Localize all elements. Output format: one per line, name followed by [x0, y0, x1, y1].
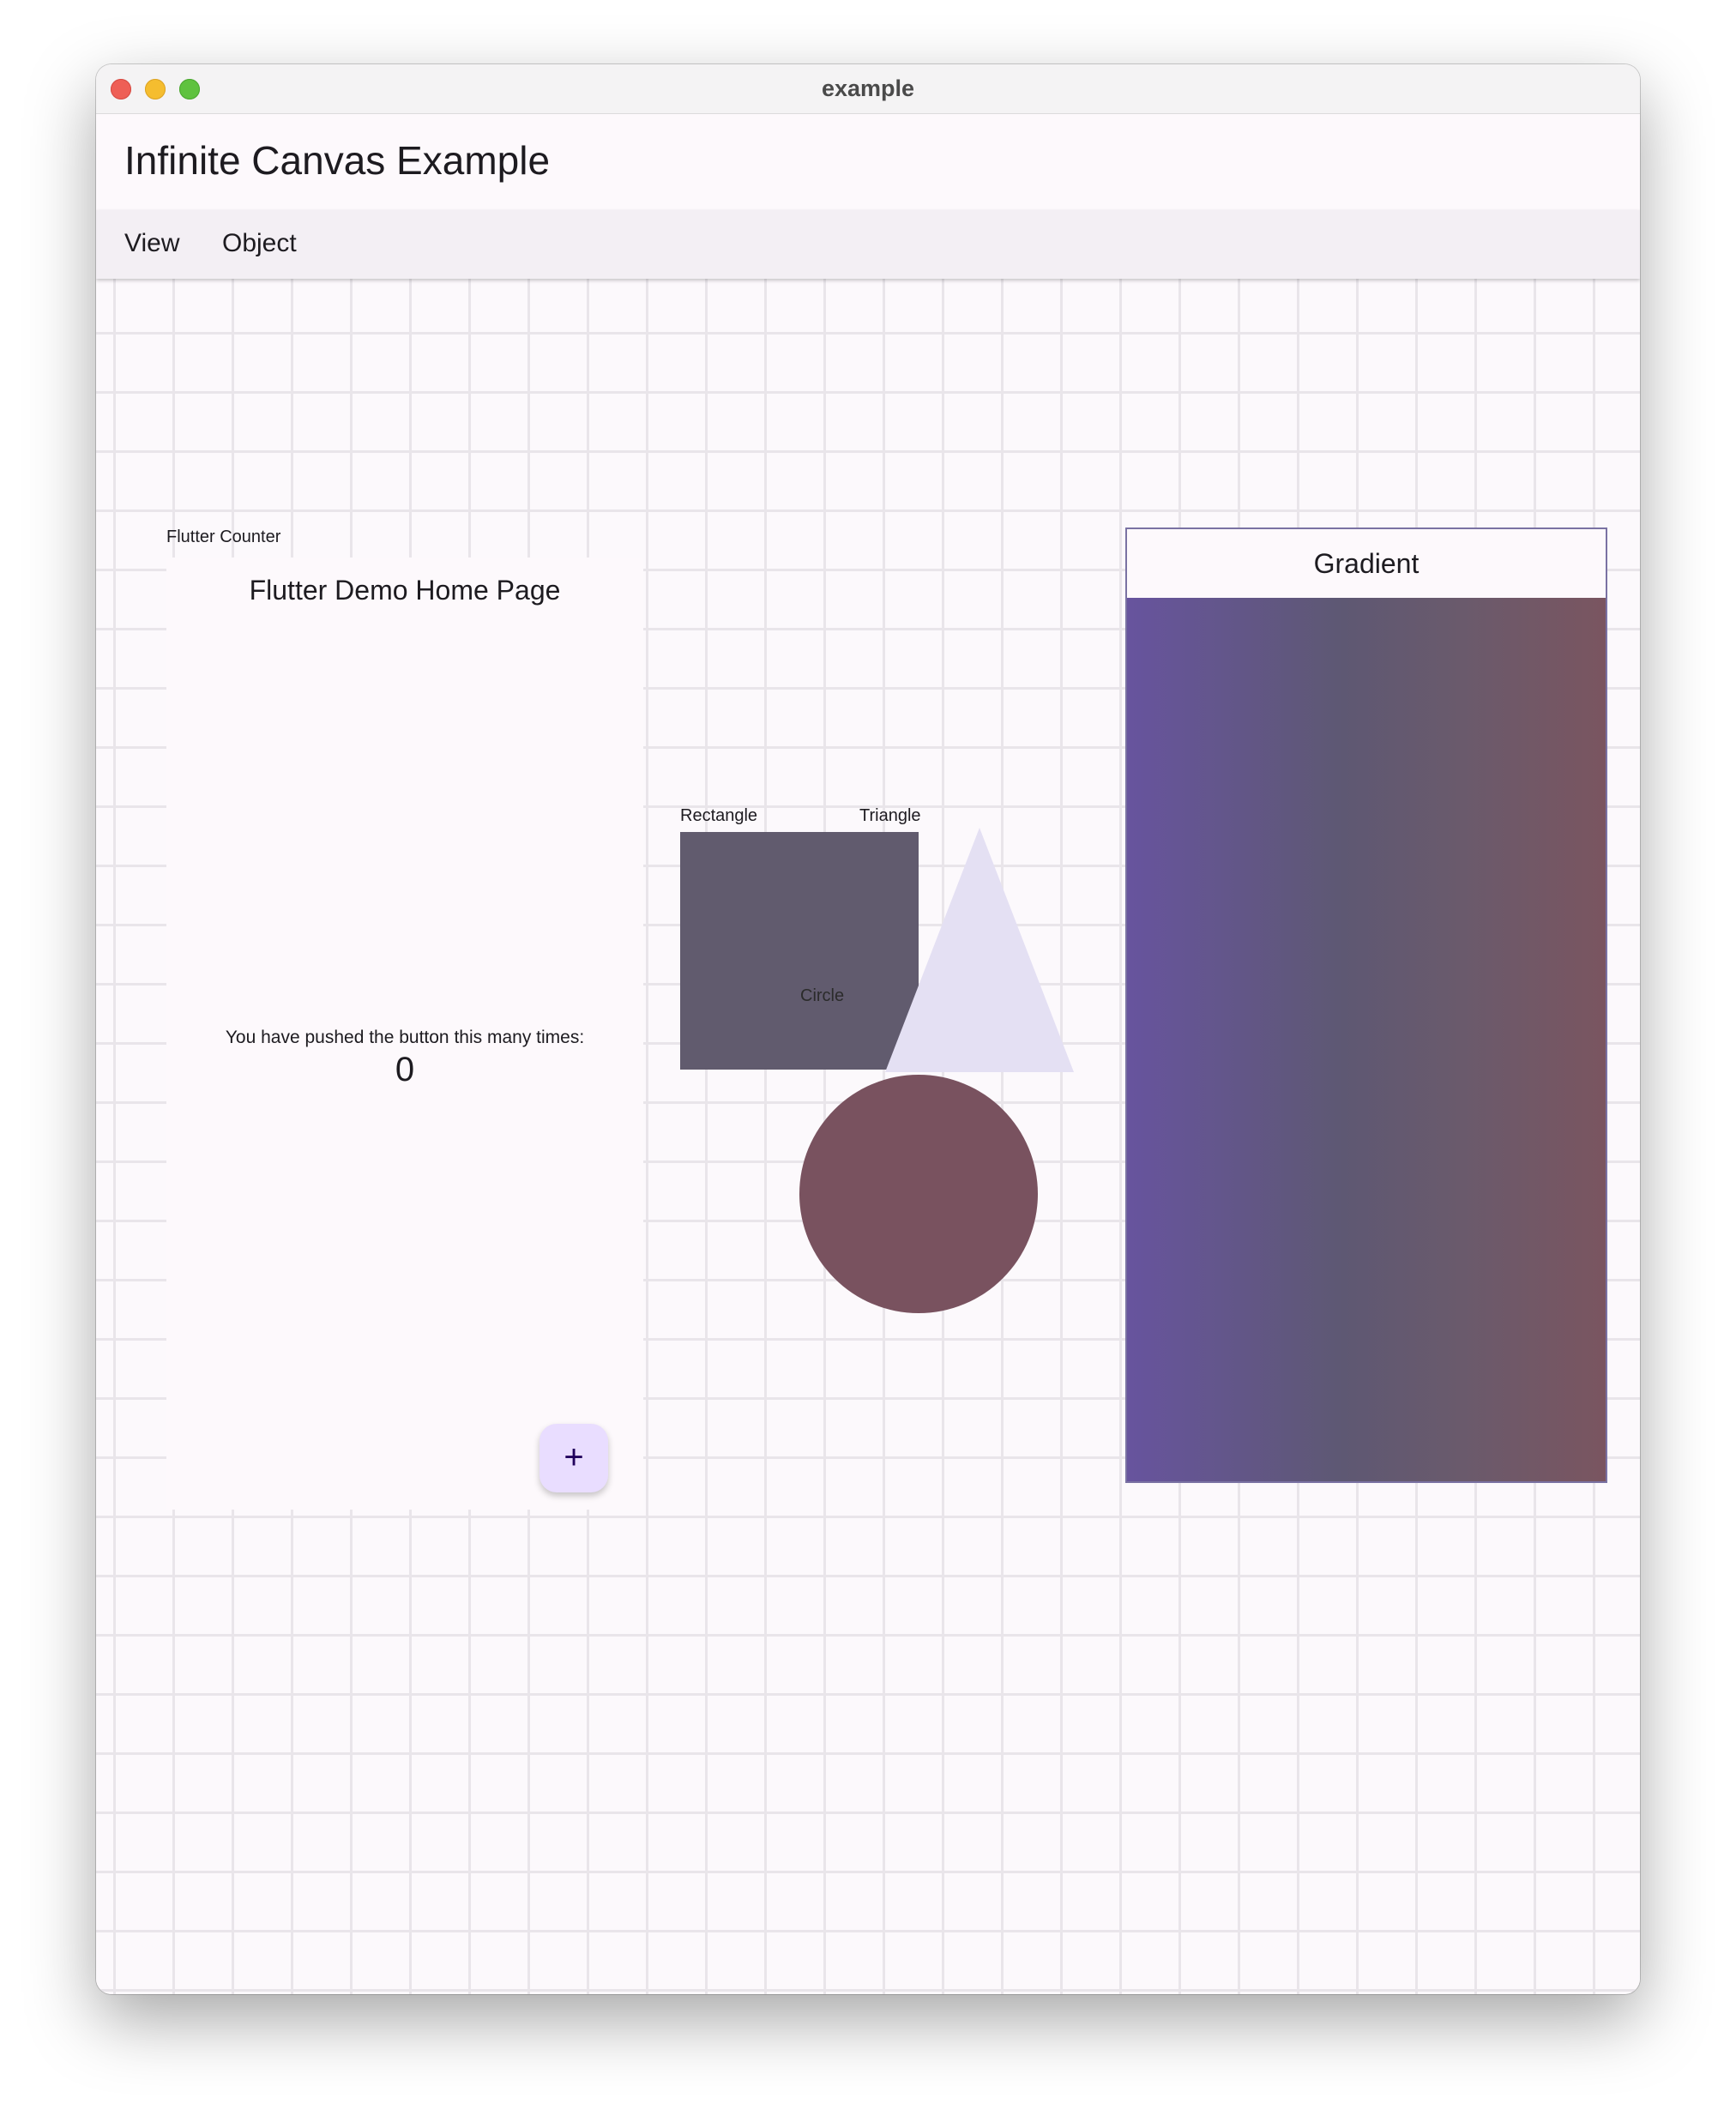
counter-value: 0 [395, 1051, 415, 1088]
rectangle-shape[interactable] [680, 832, 919, 1070]
infinite-canvas[interactable]: Flutter Counter Flutter Demo Home Page Y… [96, 279, 1640, 1994]
rectangle-node-label: Rectangle [680, 806, 758, 825]
counter-description: You have pushed the button this many tim… [225, 1028, 585, 1047]
app-window: example Infinite Canvas Example View Obj… [96, 64, 1640, 1994]
counter-node-label: Flutter Counter [166, 527, 281, 546]
menu-bar: View Object [96, 210, 1640, 279]
circle-node-label: Circle [800, 986, 845, 1005]
plus-icon: + [564, 1438, 584, 1476]
page-title: Infinite Canvas Example [124, 138, 551, 183]
menu-item-view[interactable]: View [124, 229, 179, 258]
gradient-fill [1127, 598, 1606, 1481]
window-title: example [821, 75, 915, 101]
menu-item-object[interactable]: Object [222, 229, 297, 258]
gradient-node[interactable]: Gradient [1125, 527, 1607, 1483]
counter-page-title: Flutter Demo Home Page [249, 575, 561, 606]
triangle-polygon [885, 828, 1074, 1072]
triangle-node-label: Triangle [859, 806, 921, 825]
circle-shape[interactable] [799, 1075, 1038, 1313]
window-titlebar[interactable]: example [96, 64, 1640, 114]
counter-node[interactable]: Flutter Demo Home Page You have pushed t… [166, 558, 643, 1510]
triangle-shape[interactable] [885, 828, 1074, 1072]
gradient-node-title: Gradient [1313, 548, 1420, 579]
app-bar: Infinite Canvas Example [96, 114, 1640, 210]
increment-button[interactable]: + [539, 1424, 608, 1492]
